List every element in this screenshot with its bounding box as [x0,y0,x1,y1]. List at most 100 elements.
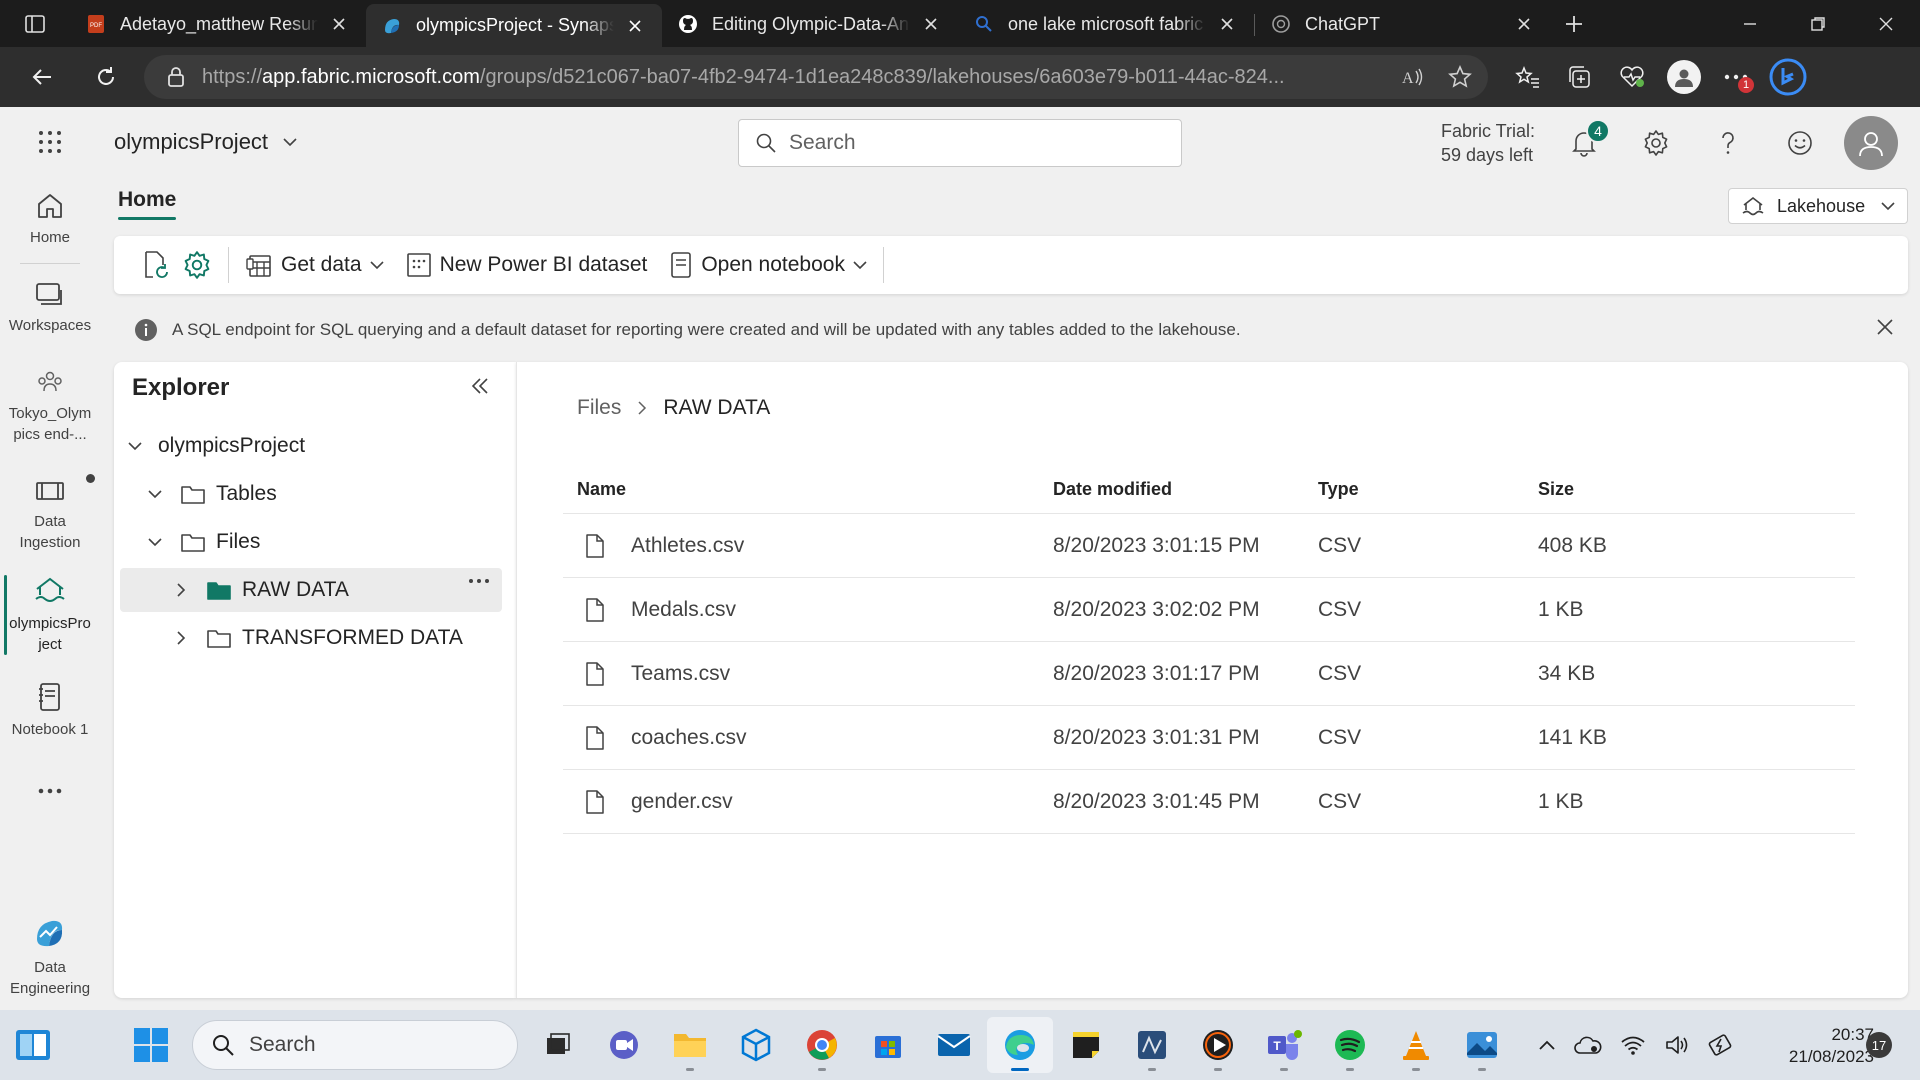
favorite-star-icon[interactable] [1448,65,1472,89]
table-row[interactable]: Medals.csv 8/20/2023 3:02:02 PM CSV 1 KB [563,578,1855,642]
wifi-icon[interactable] [1620,1035,1646,1055]
tree-node-files[interactable]: Files [120,520,502,564]
chevron-right-icon[interactable] [166,623,196,653]
copilot-button[interactable] [1762,55,1814,99]
notifications-button[interactable]: 4 [1548,115,1620,171]
battery-charging-icon[interactable] [1708,1033,1734,1057]
rail-item-data-ingestion[interactable]: Data Ingestion [0,477,100,553]
table-row[interactable]: coaches.csv 8/20/2023 3:01:31 PM CSV 141… [563,706,1855,770]
browser-tab-chatgpt[interactable]: ChatGPT [1255,4,1551,44]
widgets-button[interactable] [14,1026,52,1064]
get-data-button[interactable]: Get data [239,245,390,285]
onedrive-cloud-icon[interactable] [1574,1035,1602,1055]
close-window-button[interactable] [1852,0,1920,47]
table-row[interactable]: Teams.csv 8/20/2023 3:01:17 PM CSV 34 KB [563,642,1855,706]
browser-tab-onelake[interactable]: one lake microsoft fabric [958,4,1254,44]
profile-button[interactable] [1658,55,1710,99]
workspace-selector[interactable]: olympicsProject [114,129,298,155]
rail-item-workspaces[interactable]: Workspaces [0,281,100,336]
tree-node-transformed-data[interactable]: TRANSFORMED DATA [120,616,502,660]
search-input[interactable]: Search [738,119,1182,167]
taskbar-vlc[interactable] [1383,1017,1449,1073]
back-button[interactable] [20,55,64,99]
rail-more-button[interactable] [0,787,100,795]
taskbar-spotify[interactable] [1317,1017,1383,1073]
settings-button[interactable] [1620,115,1692,171]
help-button[interactable] [1692,115,1764,171]
minimize-button[interactable] [1716,0,1784,47]
taskbar-clock[interactable]: 20:37 21/08/2023 [1754,1024,1874,1068]
column-header-date-modified[interactable]: Date modified [1053,479,1318,500]
collapse-explorer-button[interactable] [470,376,490,396]
tree-node-raw-data[interactable]: RAW DATA [120,568,502,612]
taskbar-media-player[interactable] [1185,1017,1251,1073]
chevron-down-icon[interactable] [140,527,170,557]
start-button[interactable] [132,1026,170,1064]
tab-home[interactable]: Home [118,188,177,220]
more-options-button[interactable]: 1 [1710,55,1762,99]
taskbar-azure-data-studio[interactable] [723,1017,789,1073]
experience-switcher[interactable]: Data Engineering [0,917,100,999]
rail-item-home[interactable]: Home [0,191,100,248]
rail-item-label-line2: Ingestion [19,534,81,551]
notification-center-badge[interactable]: 17 [1866,1032,1892,1058]
column-header-type[interactable]: Type [1318,479,1538,500]
open-notebook-button[interactable]: Open notebook [663,245,873,285]
favorites-button[interactable] [1502,55,1554,99]
taskbar-sticky-notes[interactable] [1053,1017,1119,1073]
rail-item-olympicsproject[interactable]: olympicsPro ject [0,575,100,655]
column-header-name[interactable]: Name [563,479,1053,500]
close-tab-icon[interactable] [1511,11,1537,37]
close-tab-icon[interactable] [326,11,352,37]
dismiss-button[interactable] [1876,318,1894,336]
taskbar-teams-chat[interactable] [591,1017,657,1073]
browser-tab-resume[interactable]: PDF Adetayo_matthew Resume [70,4,366,44]
account-avatar[interactable] [1844,116,1898,170]
taskbar-file-explorer[interactable] [657,1017,723,1073]
taskbar-edge[interactable] [987,1017,1053,1073]
taskbar-search-input[interactable]: Search [192,1020,518,1070]
column-header-size[interactable]: Size [1538,479,1738,500]
taskbar-ssms[interactable] [1119,1017,1185,1073]
tree-node-tables[interactable]: Tables [120,472,502,516]
close-tab-icon[interactable] [1214,11,1240,37]
chevron-down-icon[interactable] [140,479,170,509]
tab-actions-button[interactable] [0,0,70,47]
refresh-button[interactable] [134,245,176,285]
read-aloud-icon[interactable]: A [1400,65,1424,89]
collections-button[interactable] [1554,55,1606,99]
taskbar-photos[interactable] [1449,1017,1515,1073]
taskbar-mail[interactable] [921,1017,987,1073]
lakehouse-settings-button[interactable] [176,245,218,285]
ribbon-toolbar: Get data New Power BI dataset Open noteb… [114,236,1908,294]
taskbar-task-view[interactable] [525,1017,591,1073]
chevron-down-icon[interactable] [120,431,150,461]
restore-button[interactable] [1784,0,1852,47]
taskbar-teams[interactable]: T [1251,1017,1317,1073]
lakehouse-icon [1742,196,1764,216]
table-row[interactable]: gender.csv 8/20/2023 3:01:45 PM CSV 1 KB [563,770,1855,834]
chevron-right-icon[interactable] [166,575,196,605]
close-tab-icon[interactable] [622,13,648,39]
more-options-icon[interactable] [468,578,490,584]
app-launcher-button[interactable] [0,107,100,177]
rail-item-tokyo-olympics[interactable]: Tokyo_Olym pics end-... [0,367,100,445]
breadcrumb-files[interactable]: Files [577,396,621,420]
feedback-button[interactable] [1764,115,1836,171]
taskbar-chrome[interactable] [789,1017,855,1073]
browser-tab-synapse[interactable]: olympicsProject - Synapse [366,4,662,47]
close-tab-icon[interactable] [918,11,944,37]
new-tab-button[interactable] [1551,0,1597,47]
refresh-button[interactable] [84,55,128,99]
taskbar-microsoft-store[interactable] [855,1017,921,1073]
table-row[interactable]: Athletes.csv 8/20/2023 3:01:15 PM CSV 40… [563,514,1855,578]
chevron-up-icon[interactable] [1538,1039,1556,1051]
new-power-bi-dataset-button[interactable]: New Power BI dataset [400,245,654,285]
tree-node-root[interactable]: olympicsProject [120,424,502,468]
lakehouse-mode-dropdown[interactable]: Lakehouse [1728,188,1908,224]
volume-icon[interactable] [1664,1034,1690,1056]
browser-tab-github[interactable]: Editing Olympic-Data-Ana [662,4,958,44]
rail-item-notebook[interactable]: Notebook 1 [0,681,100,740]
browser-essentials-button[interactable] [1606,55,1658,99]
address-bar[interactable]: https://app.fabric.microsoft.com/groups/… [144,55,1488,99]
